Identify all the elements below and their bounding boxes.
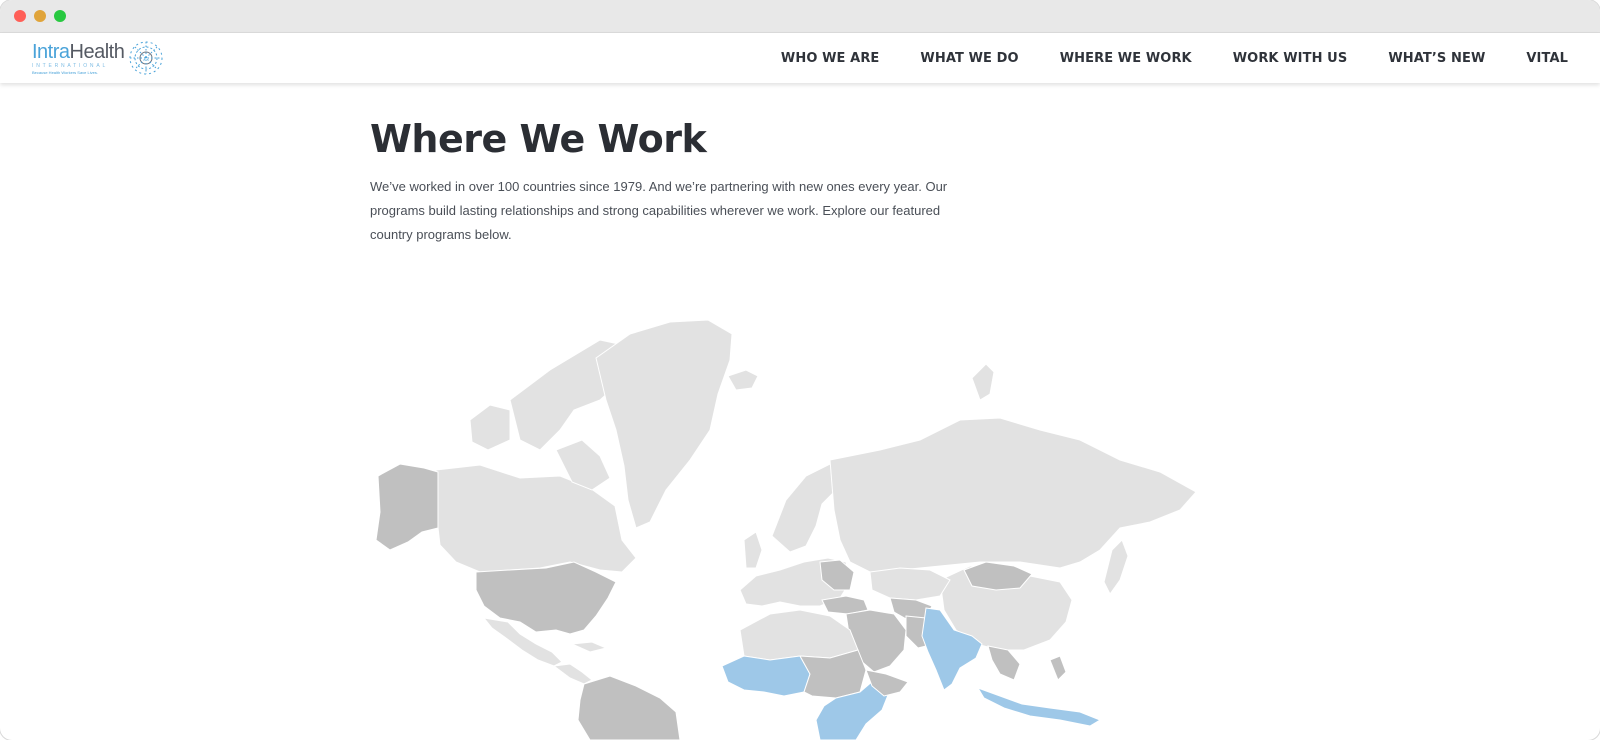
map-alaska[interactable] bbox=[375, 463, 439, 551]
map-japan[interactable] bbox=[1103, 539, 1129, 595]
logo-word-intra: Intra bbox=[32, 40, 70, 63]
map-philippines[interactable] bbox=[1049, 655, 1067, 681]
map-arctic-islands-2[interactable] bbox=[469, 404, 511, 451]
map-southeast-asia[interactable] bbox=[987, 645, 1021, 681]
map-caribbean[interactable] bbox=[570, 641, 608, 653]
map-central-africa[interactable] bbox=[799, 649, 867, 699]
nav-what-we-do[interactable]: WHAT WE DO bbox=[920, 51, 1018, 66]
map-north-africa[interactable] bbox=[739, 609, 859, 661]
world-map bbox=[375, 319, 1197, 740]
main-menu: WHO WE ARE WHAT WE DO WHERE WE WORK WORK… bbox=[740, 51, 1568, 66]
logo-subtitle: INTERNATIONAL bbox=[32, 62, 109, 69]
logo-word-health: Health bbox=[69, 40, 125, 63]
map-iceland[interactable] bbox=[727, 369, 759, 391]
browser-window: IntraHealth INTERNATIONAL Because Health… bbox=[0, 0, 1600, 740]
logo-text: IntraHealth INTERNATIONAL Because Health… bbox=[32, 40, 125, 75]
logo-wordmark: IntraHealth bbox=[32, 40, 125, 63]
page-title: Where We Work bbox=[370, 117, 707, 161]
map-novaya-zemlya[interactable] bbox=[971, 363, 995, 401]
map-west-africa[interactable] bbox=[721, 655, 811, 697]
nav-work-with-us[interactable]: WORK WITH US bbox=[1233, 51, 1348, 66]
map-greenland[interactable] bbox=[595, 319, 733, 529]
map-south-america[interactable] bbox=[577, 675, 681, 740]
map-uk[interactable] bbox=[743, 531, 763, 569]
window-titlebar bbox=[0, 0, 1600, 33]
maximize-window-button[interactable] bbox=[54, 10, 66, 22]
nav-where-we-work[interactable]: WHERE WE WORK bbox=[1060, 51, 1192, 66]
map-kazakhstan[interactable] bbox=[869, 567, 951, 601]
map-central-america[interactable] bbox=[552, 663, 593, 685]
logo-starburst-icon bbox=[129, 41, 163, 75]
map-mongolia[interactable] bbox=[963, 561, 1033, 591]
logo-tagline: Because Health Workers Save Lives. bbox=[32, 69, 98, 75]
minimize-window-button[interactable] bbox=[34, 10, 46, 22]
intrahealth-logo[interactable]: IntraHealth INTERNATIONAL Because Health… bbox=[32, 38, 164, 78]
intro-section: Where We Work We’ve worked in over 100 c… bbox=[370, 118, 980, 247]
site-header: IntraHealth INTERNATIONAL Because Health… bbox=[0, 33, 1600, 83]
close-window-button[interactable] bbox=[14, 10, 26, 22]
nav-whats-new[interactable]: WHAT’S NEW bbox=[1388, 51, 1485, 66]
nav-vital[interactable]: VITAL bbox=[1526, 51, 1568, 66]
intro-paragraph: We’ve worked in over 100 countries since… bbox=[370, 179, 948, 242]
map-indonesia[interactable] bbox=[976, 687, 1102, 727]
nav-who-we-are[interactable]: WHO WE ARE bbox=[781, 51, 880, 66]
map-russia[interactable] bbox=[829, 417, 1197, 573]
